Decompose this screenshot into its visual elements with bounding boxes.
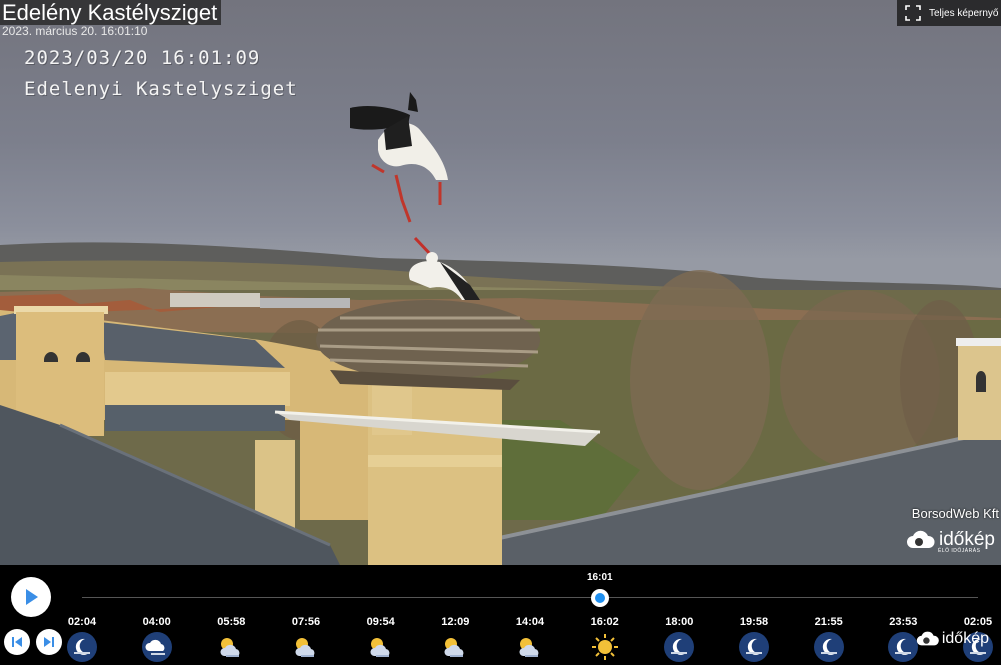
timeline-tick[interactable]: 19:58 — [724, 616, 784, 663]
cloud-logo-icon — [916, 631, 939, 646]
moon-icon — [888, 632, 919, 662]
partly-cloudy-icon — [295, 638, 315, 657]
tick-time-label: 05:58 — [217, 616, 246, 628]
partly-cloudy-icon — [220, 638, 240, 657]
cloudy-night-icon — [141, 632, 172, 662]
timeline-tick[interactable]: 18:00 — [649, 616, 709, 663]
timeline-tick[interactable]: 09:54 — [351, 616, 411, 663]
moon-icon — [67, 632, 97, 662]
tick-time-label: 09:54 — [366, 616, 395, 628]
timeline-tick[interactable]: 07:56 — [276, 616, 336, 663]
play-icon — [26, 589, 38, 605]
bar-logo-text: időkép — [941, 630, 989, 647]
tick-time-label: 04:00 — [142, 616, 171, 628]
tick-time-label: 19:58 — [739, 616, 769, 628]
capture-date: 2023. március 20. 16:01:10 — [2, 24, 148, 38]
player-bar: 16:01 02:04 04:00 05:58 07:56 09:54 12:09 14:0… — [0, 565, 1001, 665]
credit-text: BorsodWeb Kft — [911, 506, 999, 521]
stream-title-box: Edelény Kastélysziget — [0, 0, 222, 25]
cloud-logo-icon — [907, 530, 935, 548]
timeline-thumb[interactable] — [590, 589, 609, 607]
osd-timestamp: 2023/03/20 16:01:09 — [24, 47, 261, 69]
moon-icon — [664, 632, 695, 662]
skip-back-button[interactable] — [4, 629, 30, 655]
webcam-video[interactable]: Edelény Kastélysziget 2023. március 20. … — [0, 0, 1001, 565]
tick-time-label: 02:04 — [67, 616, 97, 628]
logo-tagline: ÉLŐ IDŐJÁRÁS — [938, 548, 981, 554]
timeline-track[interactable] — [82, 597, 978, 598]
partly-cloudy-icon — [444, 638, 464, 657]
fullscreen-button[interactable]: Teljes képernyő — [897, 0, 1001, 26]
moon-icon — [739, 632, 769, 662]
moon-icon — [813, 632, 844, 662]
tick-time-label: 12:09 — [441, 616, 470, 628]
play-button[interactable] — [11, 577, 51, 617]
current-time: 16:01 — [587, 572, 613, 583]
partly-cloudy-icon — [370, 638, 390, 657]
timeline-tick[interactable]: 14:04 — [500, 616, 560, 663]
timeline-tick[interactable]: 02:04 — [52, 616, 112, 663]
tick-time-label: 21:55 — [814, 616, 843, 628]
timeline-tick[interactable]: 04:00 — [127, 616, 187, 663]
tick-time-label: 23:53 — [889, 616, 918, 628]
osd-location: Edelenyi Kastelysziget — [24, 78, 298, 100]
fullscreen-label: Teljes képernyő — [929, 7, 999, 19]
tick-time-label: 18:00 — [665, 616, 694, 628]
skip-back-icon — [12, 637, 22, 647]
stream-title: Edelény Kastélysziget — [2, 0, 218, 25]
tick-time-label: 16:02 — [590, 616, 619, 628]
partly-cloudy-icon — [519, 638, 539, 657]
timeline-tick[interactable]: 05:58 — [201, 616, 261, 663]
expand-icon — [897, 5, 929, 21]
tick-time-label: 07:56 — [291, 616, 321, 628]
tick-time-label: 02:05 — [963, 616, 993, 628]
bar-logo: időkép — [916, 629, 989, 649]
timeline-tick[interactable]: 16:02 — [575, 616, 635, 663]
tick-time-label: 14:04 — [515, 616, 545, 628]
timeline-tick[interactable]: 21:55 — [799, 616, 859, 663]
sun-icon — [591, 634, 618, 660]
timeline-tick[interactable]: 12:09 — [425, 616, 485, 663]
idokep-logo: időkép ÉLŐ IDŐJÁRÁS — [906, 528, 995, 554]
